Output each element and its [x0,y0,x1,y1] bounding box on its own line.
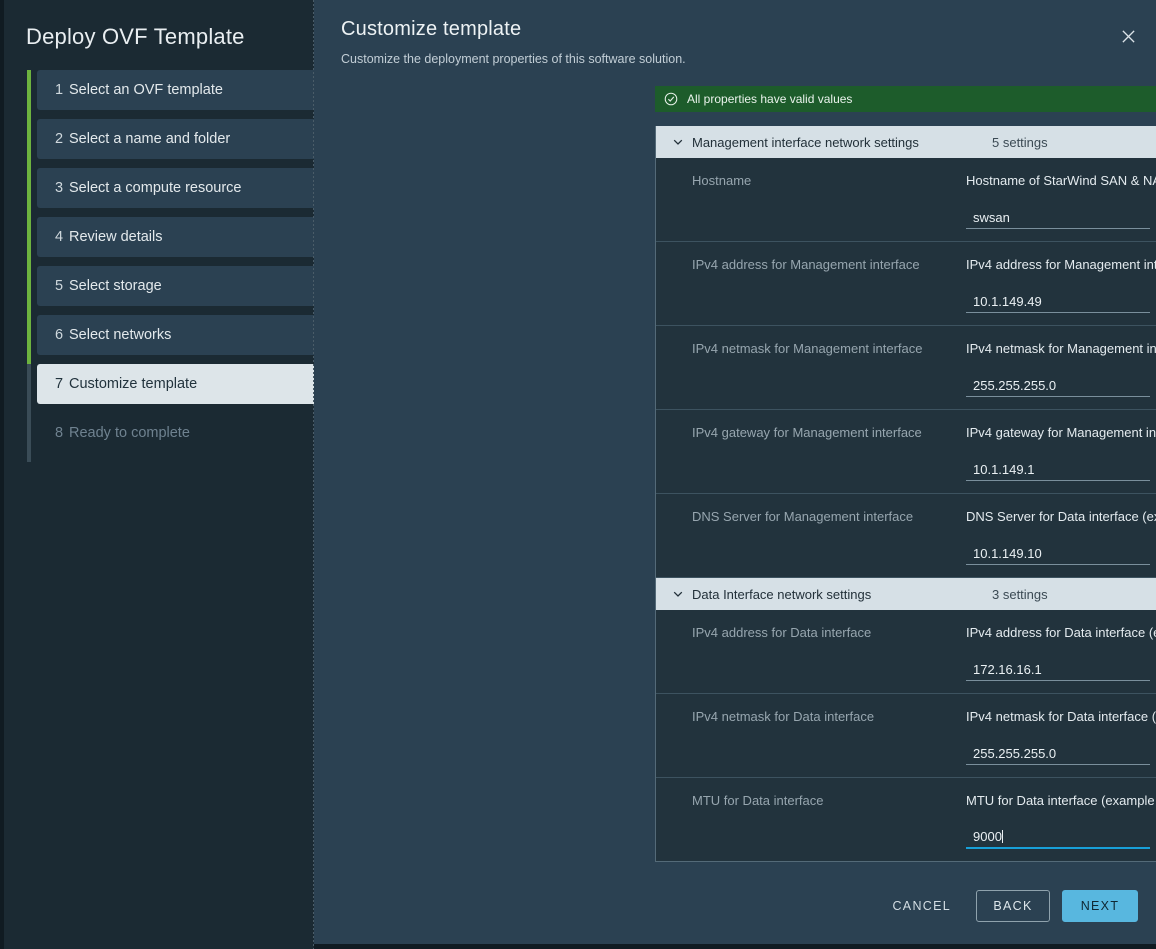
property-label: MTU for Data interface [656,792,966,849]
property-input-value: 9000 [966,829,1003,847]
property-label: IPv4 gateway for Management interface [656,424,966,481]
section-title: Data Interface network settings [692,587,992,602]
wizard-step-number: 6 [37,327,67,343]
wizard-progress-fill [27,70,31,364]
property-body: Hostname of StarWind SAN & NAS VM swsan [966,172,1156,229]
property-description: Hostname of StarWind SAN & NAS VM [966,172,1156,190]
panel-header: Customize template Customize the deploym… [314,0,1156,66]
property-body: IPv4 netmask for Management interface (e… [966,340,1156,397]
property-body: IPv4 address for Management interface (e… [966,256,1156,313]
wizard-step-8: 8Ready to complete [37,413,314,453]
property-row: HostnameHostname of StarWind SAN & NAS V… [656,158,1156,242]
section-header[interactable]: Management interface network settings5 s… [656,126,1156,158]
close-icon[interactable] [1117,25,1139,47]
wizard-step-label: Select a name and folder [67,131,230,147]
page-subtitle: Customize the deployment properties of t… [341,52,1130,66]
section-title: Management interface network settings [692,135,992,150]
property-row: IPv4 address for Management interfaceIPv… [656,242,1156,326]
property-input-value: 10.1.149.1 [966,462,1034,480]
page-title: Customize template [341,18,1130,41]
section-settings-count: 5 settings [992,135,1048,150]
property-label: Hostname [656,172,966,229]
section-header[interactable]: Data Interface network settings3 setting… [656,578,1156,610]
chevron-down-icon [672,588,684,600]
property-row: IPv4 address for Data interfaceIPv4 addr… [656,610,1156,694]
property-body: MTU for Data interface (example 9000) 900… [966,792,1156,849]
wizard-step-label: Review details [67,229,163,245]
property-body: DNS Server for Data interface (example 8… [966,508,1156,565]
dialog-footer: CANCEL BACK NEXT [879,890,1138,922]
property-input-value: 10.1.149.10 [966,546,1042,564]
wizard-step-list: 1Select an OVF template 2Select a name an… [4,70,314,453]
property-input-value: swsan [966,210,1010,228]
property-input-value: 10.1.149.49 [966,294,1042,312]
wizard-sidebar: Deploy OVF Template 1Select an OVF templ… [0,0,314,949]
property-input[interactable]: swsan [966,205,1150,229]
property-label: IPv4 address for Management interface [656,256,966,313]
cancel-button[interactable]: CANCEL [879,890,964,922]
wizard-step-number: 1 [37,82,67,98]
property-label: IPv4 netmask for Management interface [656,340,966,397]
wizard-step-label: Customize template [67,376,197,392]
section-settings-count: 3 settings [992,587,1048,602]
property-description: IPv4 netmask for Management interface (e… [966,340,1156,358]
wizard-step-number: 8 [37,425,67,441]
chevron-down-icon [672,136,684,148]
properties-table: Management interface network settings5 s… [655,126,1156,862]
property-body: IPv4 gateway for Management interface (e… [966,424,1156,481]
property-row: IPv4 netmask for Management interfaceIPv… [656,326,1156,410]
property-input[interactable]: 10.1.149.49 [966,289,1150,313]
property-input[interactable]: 10.1.149.10 [966,541,1150,565]
property-label: IPv4 address for Data interface [656,624,966,681]
wizard-step-2[interactable]: 2Select a name and folder [37,119,314,159]
deploy-ovf-template-dialog: Deploy OVF Template 1Select an OVF templ… [0,0,1156,949]
wizard-step-3[interactable]: 3Select a compute resource [37,168,314,208]
wizard-step-label: Select a compute resource [67,180,241,196]
check-circle-icon [664,92,678,106]
property-label: DNS Server for Management interface [656,508,966,565]
property-description: MTU for Data interface (example 9000) [966,792,1156,810]
content-panel: Customize template Customize the deploym… [314,0,1156,949]
property-input[interactable]: 255.255.255.0 [966,373,1150,397]
wizard-step-label: Ready to complete [67,425,190,441]
property-input-value: 255.255.255.0 [966,746,1056,764]
property-description: IPv4 gateway for Management interface (e… [966,424,1156,442]
wizard-step-number: 4 [37,229,67,245]
property-row: IPv4 netmask for Data interfaceIPv4 netm… [656,694,1156,778]
property-input-value: 172.16.16.1 [966,662,1042,680]
property-label: IPv4 netmask for Data interface [656,708,966,765]
wizard-step-number: 5 [37,278,67,294]
wizard-step-number: 2 [37,131,67,147]
property-description: IPv4 address for Data interface (example… [966,624,1156,642]
property-description: IPv4 address for Management interface (e… [966,256,1156,274]
wizard-step-1[interactable]: 1Select an OVF template [37,70,314,110]
property-input[interactable]: 10.1.149.1 [966,457,1150,481]
property-input[interactable]: 255.255.255.0 [966,741,1150,765]
property-input-value: 255.255.255.0 [966,378,1056,396]
validation-banner: All properties have valid values [655,86,1156,112]
wizard-step-6[interactable]: 6Select networks [37,315,314,355]
validation-banner-text: All properties have valid values [687,92,1156,106]
property-description: IPv4 netmask for Data interface (example… [966,708,1156,726]
wizard-step-number: 7 [37,376,67,392]
property-row: IPv4 gateway for Management interfaceIPv… [656,410,1156,494]
property-description: DNS Server for Data interface (example 8… [966,508,1156,526]
next-button[interactable]: NEXT [1062,890,1138,922]
property-body: IPv4 netmask for Data interface (example… [966,708,1156,765]
wizard-title: Deploy OVF Template [4,0,314,50]
wizard-step-5[interactable]: 5Select storage [37,266,314,306]
wizard-step-4[interactable]: 4Review details [37,217,314,257]
back-button[interactable]: BACK [976,890,1050,922]
wizard-step-7[interactable]: 7Customize template [37,364,314,404]
wizard-step-number: 3 [37,180,67,196]
property-input[interactable]: 172.16.16.1 [966,657,1150,681]
property-input[interactable]: 9000 [966,825,1150,849]
wizard-step-label: Select networks [67,327,171,343]
property-row: MTU for Data interfaceMTU for Data inter… [656,778,1156,861]
wizard-step-label: Select storage [67,278,162,294]
property-row: DNS Server for Management interfaceDNS S… [656,494,1156,578]
wizard-step-label: Select an OVF template [67,82,223,98]
property-body: IPv4 address for Data interface (example… [966,624,1156,681]
